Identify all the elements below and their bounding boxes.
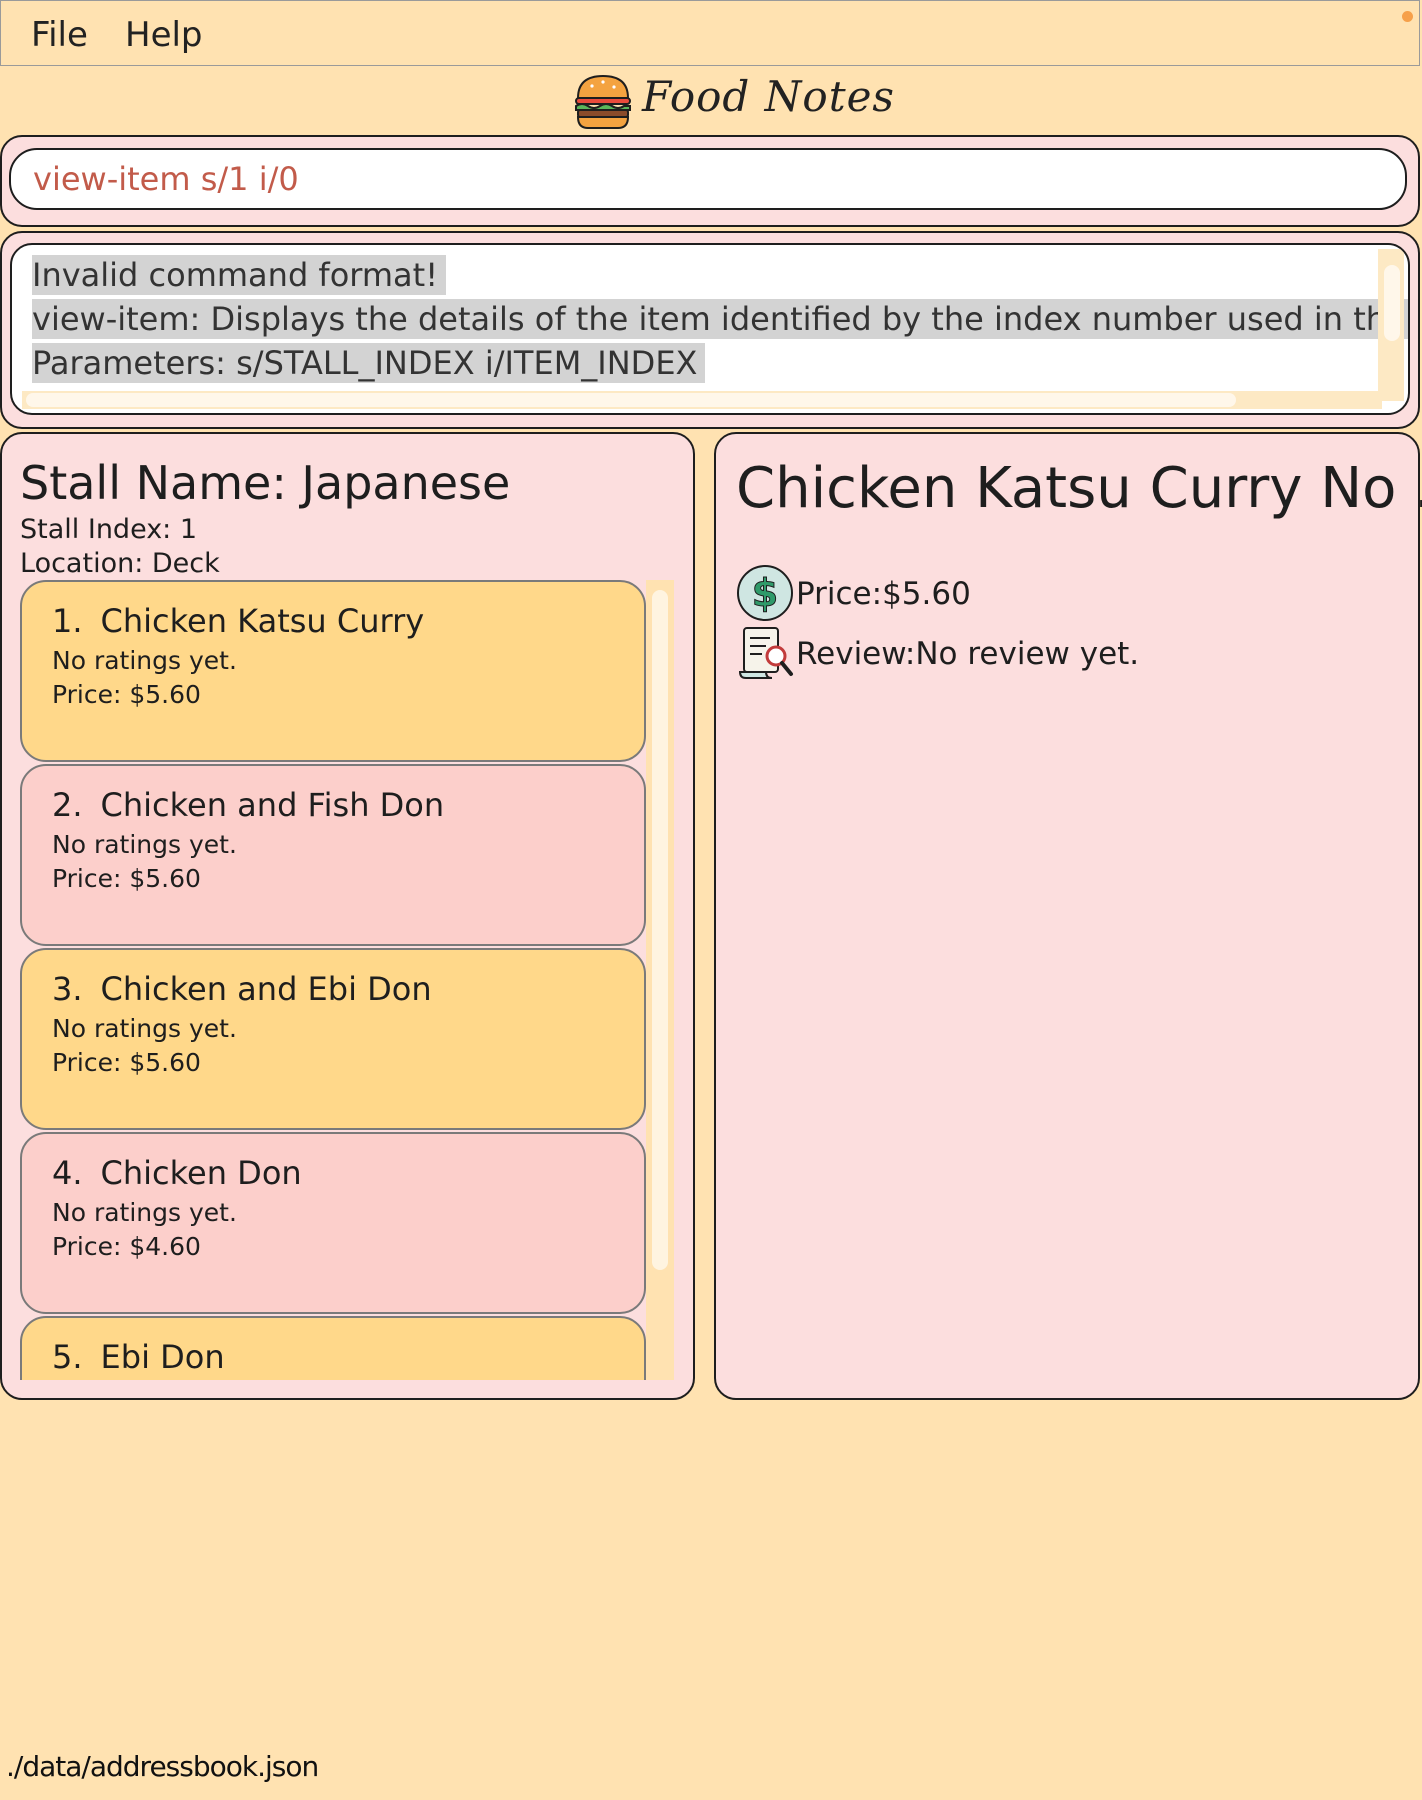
item-price: Price: $5.60 <box>52 864 201 893</box>
review-document-icon <box>738 627 793 679</box>
item-rating: No ratings yet. <box>52 1014 237 1043</box>
stall-panel: Stall Name: Japanese Stall Index: 1 Loca… <box>0 432 695 1400</box>
app-logo: Food Notes <box>572 70 894 132</box>
item-price: Price: $5.60 <box>52 1048 201 1077</box>
item-number: 3. <box>52 970 83 1008</box>
item-card[interactable]: 3. Chicken and Ebi Don No ratings yet. Pr… <box>20 948 646 1130</box>
item-rating: No ratings yet. <box>52 1198 237 1227</box>
command-input[interactable] <box>9 148 1407 210</box>
item-number: 2. <box>52 786 83 824</box>
result-line: Parameters: s/STALL_INDEX i/ITEM_INDEX <box>32 343 706 383</box>
item-card[interactable]: 2. Chicken and Fish Don No ratings yet. P… <box>20 764 646 946</box>
item-name: Chicken Katsu Curry <box>100 602 425 640</box>
menu-help[interactable]: Help <box>125 15 203 55</box>
stall-index: Stall Index: 1 <box>20 514 198 545</box>
command-box <box>0 135 1420 227</box>
item-card[interactable]: 4. Chicken Don No ratings yet. Price: $4.… <box>20 1132 646 1314</box>
menu-file[interactable]: File <box>31 15 88 55</box>
item-title: 4. Chicken Don <box>52 1154 302 1192</box>
burger-icon <box>575 74 631 129</box>
result-display-container: Invalid command format! view-item: Displ… <box>0 231 1420 429</box>
result-vertical-scroll-thumb[interactable] <box>1384 265 1400 341</box>
status-bar-path: ./data/addressbook.json <box>6 1750 319 1783</box>
dollar-icon: $ <box>737 565 793 621</box>
item-price: Price: $4.60 <box>52 1232 201 1261</box>
item-number: 1. <box>52 602 83 640</box>
item-title: 2. Chicken and Fish Don <box>52 786 444 824</box>
item-title: 5. Ebi Don <box>52 1338 225 1376</box>
window-indicator-dot <box>1402 11 1413 22</box>
result-line: Invalid command format! <box>32 255 447 295</box>
item-list-scroll-thumb[interactable] <box>652 590 668 1270</box>
item-name: Chicken and Fish Don <box>100 786 445 824</box>
item-title: 1. Chicken Katsu Curry <box>52 602 424 640</box>
item-number: 4. <box>52 1154 83 1192</box>
item-rating: No ratings yet. <box>52 830 237 859</box>
item-detail-title: Chicken Katsu Curry No ... <box>736 456 1422 521</box>
result-horizontal-scroll-thumb[interactable] <box>26 393 1236 407</box>
item-detail-panel: Chicken Katsu Curry No ... $ Price:$5.60… <box>714 432 1422 1400</box>
item-card[interactable]: 5. Ebi Don <box>20 1316 646 1380</box>
item-price: Price: $5.60 <box>52 680 201 709</box>
item-rating: No ratings yet. <box>52 646 237 675</box>
menu-bar: File Help <box>0 0 1420 66</box>
app-title: Food Notes <box>642 72 895 121</box>
item-name: Ebi Don <box>100 1338 225 1376</box>
stall-location: Location: Deck <box>20 548 220 579</box>
item-name: Chicken and Ebi Don <box>100 970 432 1008</box>
result-line: view-item: Displays the details of the i… <box>32 299 1408 339</box>
item-card[interactable]: 1. Chicken Katsu Curry No ratings yet. Pr… <box>20 580 646 762</box>
stall-name: Stall Name: Japanese <box>20 456 511 510</box>
svg-text:$: $ <box>752 571 778 615</box>
item-name: Chicken Don <box>100 1154 302 1192</box>
item-list[interactable]: 1. Chicken Katsu Curry No ratings yet. Pr… <box>20 580 674 1380</box>
item-number: 5. <box>52 1338 83 1376</box>
item-detail-review: Review:No review yet. <box>796 636 1140 672</box>
item-title: 3. Chicken and Ebi Don <box>52 970 432 1008</box>
result-display[interactable]: Invalid command format! view-item: Displ… <box>10 243 1410 415</box>
item-detail-price: Price:$5.60 <box>796 576 971 612</box>
